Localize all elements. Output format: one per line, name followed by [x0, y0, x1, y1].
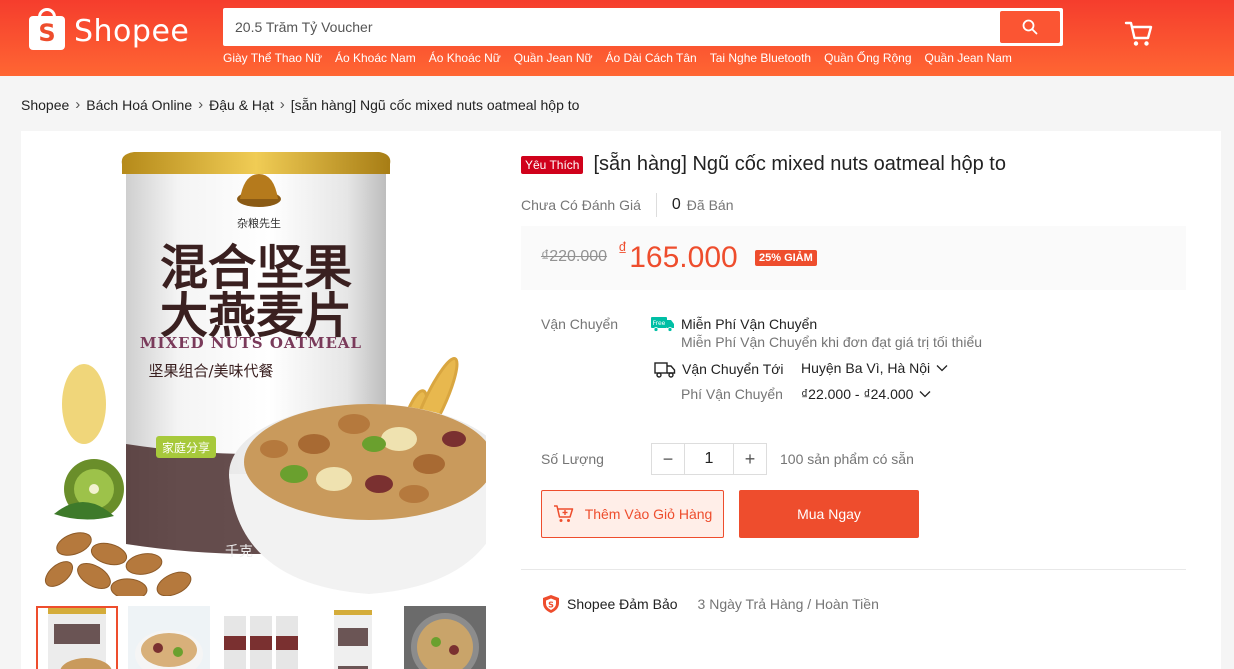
keyword-link[interactable]: Áo Khoác Nữ: [429, 51, 501, 65]
can-brand-text: 杂粮先生: [237, 216, 281, 230]
cart-icon[interactable]: [1123, 18, 1155, 55]
increase-button[interactable]: +: [734, 444, 766, 474]
can-tag: 家庭分享: [162, 440, 210, 455]
ship-to-label: Vận Chuyển Tới: [682, 361, 784, 377]
shopee-guarantee[interactable]: S Shopee Đảm Bảo 3 Ngày Trả Hàng / Hoàn …: [541, 594, 879, 614]
currency-symbol: ₫: [618, 239, 628, 259]
thumbnail-image[interactable]: [404, 606, 486, 669]
thumbnail-image[interactable]: [312, 606, 394, 669]
keyword-link[interactable]: Quần Jean Nam: [925, 51, 1012, 65]
logo-text: Shopee: [74, 13, 190, 49]
keyword-link[interactable]: Áo Dài Cách Tân: [606, 51, 697, 65]
can-weight: 千克: [225, 544, 253, 560]
shipping-fee-dropdown[interactable]: ₫22.000 - ₫24.000: [801, 386, 931, 402]
breadcrumb-item[interactable]: Shopee: [21, 97, 69, 113]
discount-badge: 25% GIẢM: [755, 250, 817, 266]
ship-to-value: Huyện Ba Vì, Hà Nội: [801, 360, 931, 376]
breadcrumb-item[interactable]: Bách Hoá Online: [86, 97, 192, 113]
quantity-label: Số Lượng: [541, 451, 604, 467]
price-box: ₫220.000 ₫165.000 25% GIẢM: [521, 226, 1186, 290]
breadcrumb: Shopee › Bách Hoá Online › Đậu & Hạt › […: [21, 96, 579, 113]
search-keywords: Giày Thể Thao Nữ Áo Khoác Nam Áo Khoác N…: [223, 51, 1012, 65]
chevron-right-icon: ›: [198, 96, 204, 113]
sale-price-value: 165.000: [629, 241, 738, 274]
free-shipping-icon: Free: [651, 317, 674, 332]
quantity-input[interactable]: 1: [684, 444, 734, 474]
sale-price: ₫165.000: [618, 239, 738, 275]
buy-now-button[interactable]: Mua Ngay: [739, 490, 919, 538]
keyword-link[interactable]: Giày Thể Thao Nữ: [223, 51, 322, 65]
sold-label: Đã Bán: [686, 197, 734, 213]
thumbnail-image[interactable]: [36, 606, 118, 669]
quantity-stepper: − 1 +: [651, 443, 767, 475]
divider: [655, 193, 657, 217]
rating-row: Chưa Có Đánh Giá 0 Đã Bán: [521, 193, 733, 217]
search-button[interactable]: [1000, 11, 1060, 43]
can-subtitle: 坚果组合/美味代餐: [148, 362, 273, 380]
can-english-title: MIXED NUTS OATMEAL: [140, 334, 362, 352]
keyword-link[interactable]: Tai Nghe Bluetooth: [710, 51, 811, 65]
thumbnail-strip: [36, 606, 486, 669]
svg-text:S: S: [548, 601, 554, 610]
free-shipping-desc: Miễn Phí Vận Chuyển khi đơn đạt giá trị …: [681, 334, 983, 350]
shopee-logo[interactable]: S Shopee: [28, 7, 189, 51]
add-cart-icon: [553, 505, 573, 522]
keyword-link[interactable]: Quần Ống Rộng: [824, 51, 911, 65]
search-icon: [1022, 19, 1038, 35]
keyword-link[interactable]: Quần Jean Nữ: [514, 51, 593, 65]
shipping-label: Vận Chuyển: [541, 316, 619, 332]
thumbnail-image[interactable]: [220, 606, 302, 669]
ship-to-location[interactable]: Huyện Ba Vì, Hà Nội: [801, 360, 948, 376]
free-shipping-line: Free Miễn Phí Vận Chuyển: [651, 316, 817, 332]
add-to-cart-button[interactable]: Thêm Vào Giỏ Hàng: [541, 490, 724, 538]
add-to-cart-label: Thêm Vào Giỏ Hàng: [584, 506, 713, 522]
shipping-fee-label: Phí Vận Chuyển: [681, 386, 783, 402]
shipping-fee-value: ₫22.000 - ₫24.000: [801, 386, 914, 402]
shopee-bag-icon: S: [28, 7, 66, 51]
ship-to-line: Vận Chuyển Tới: [654, 360, 784, 378]
divider: [521, 569, 1186, 570]
stock-available: 100 sản phẩm có sẵn: [780, 451, 914, 467]
svg-text:Free: Free: [653, 320, 666, 327]
truck-icon: [654, 362, 676, 378]
product-title: [sẵn hàng] Ngũ cốc mixed nuts oatmeal hộ…: [593, 153, 1006, 175]
chevron-down-icon: [936, 365, 948, 372]
product-main-image[interactable]: 杂粮先生 混合坚果 大燕麦片 MIXED NUTS OATMEAL 坚果组合/美…: [34, 144, 509, 600]
rating-text: Chưa Có Đánh Giá: [521, 197, 641, 213]
product-title-row: Yêu Thích [sẵn hàng] Ngũ cốc mixed nuts …: [521, 153, 1006, 176]
free-shipping-title: Miễn Phí Vận Chuyển: [681, 316, 818, 332]
breadcrumb-current: [sẵn hàng] Ngũ cốc mixed nuts oatmeal hộ…: [290, 96, 580, 113]
guarantee-title: Shopee Đảm Bảo: [567, 596, 678, 612]
sold-count: 0: [671, 196, 681, 213]
favorite-badge: Yêu Thích: [521, 155, 584, 174]
chevron-right-icon: ›: [75, 96, 81, 113]
shield-icon: S: [543, 595, 559, 613]
chevron-down-icon: [919, 391, 931, 398]
thumbnail-image[interactable]: [128, 606, 210, 669]
original-price: ₫220.000: [541, 248, 608, 265]
decrease-button[interactable]: −: [652, 444, 684, 474]
chevron-right-icon: ›: [279, 96, 285, 113]
header-bar: S Shopee Giày Thể Thao Nữ Áo Khoác Nam Á…: [0, 0, 1234, 76]
keyword-link[interactable]: Áo Khoác Nam: [335, 51, 416, 65]
search-input[interactable]: [223, 8, 993, 46]
guarantee-desc: 3 Ngày Trả Hàng / Hoàn Tiền: [697, 596, 879, 612]
breadcrumb-item[interactable]: Đậu & Hạt: [209, 97, 274, 113]
search-bar: [223, 8, 1063, 46]
